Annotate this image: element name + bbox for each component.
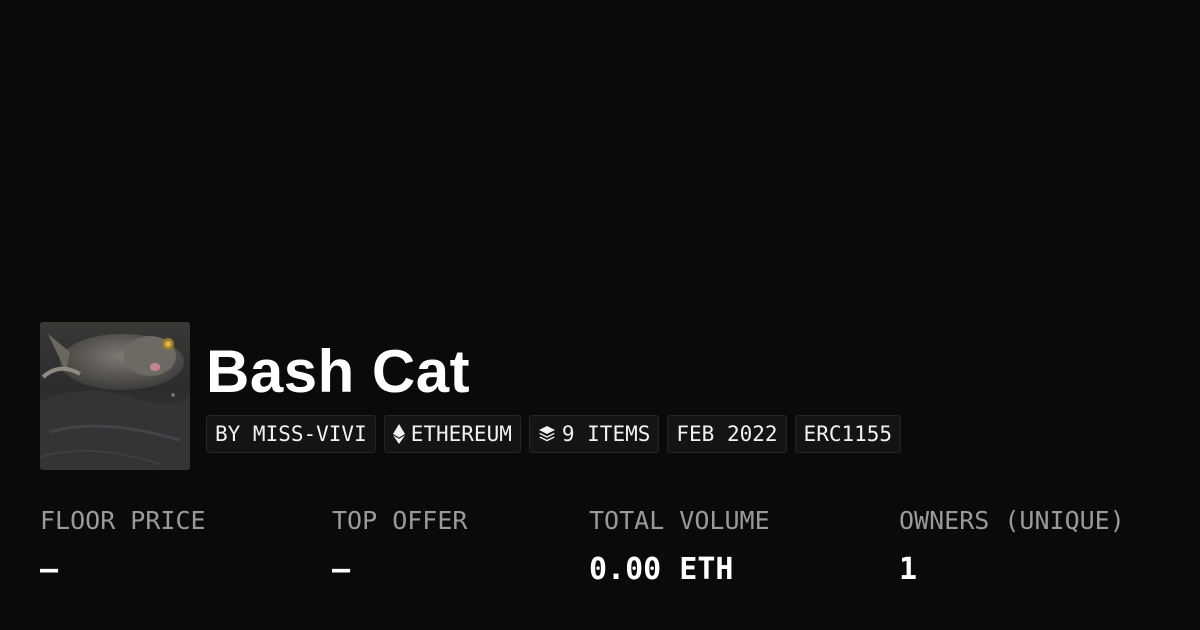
date-label: FEB 2022: [676, 422, 778, 446]
stat-label: OWNERS (UNIQUE): [899, 506, 1125, 535]
standard-badge: ERC1155: [794, 415, 902, 453]
chain-label: ETHEREUM: [410, 422, 512, 446]
creator-badge[interactable]: BY MISS-VIVI: [206, 415, 376, 453]
chain-badge[interactable]: ETHEREUM: [383, 415, 521, 453]
stat-value: –: [40, 552, 59, 587]
stat-floor-price: FLOOR PRICE –: [40, 504, 206, 588]
items-badge: 9 ITEMS: [528, 415, 660, 453]
layers-icon: [538, 425, 556, 443]
collection-title: Bash Cat: [206, 338, 471, 405]
collection-avatar: [40, 322, 190, 470]
stat-value: –: [332, 552, 351, 587]
stat-top-offer: TOP OFFER –: [332, 504, 467, 588]
stat-value: 0.00 ETH: [589, 552, 734, 587]
stat-value: 1: [899, 552, 918, 587]
collection-card: Bash Cat BY MISS-VIVI ETHEREUM 9 ITEMS F…: [0, 0, 1200, 630]
stat-label: FLOOR PRICE: [40, 506, 206, 535]
standard-label: ERC1155: [803, 422, 893, 446]
stat-total-volume: TOTAL VOLUME 0.00 ETH: [589, 504, 770, 588]
creator-label: BY MISS-VIVI: [215, 422, 367, 446]
ethereum-icon: [392, 424, 405, 444]
cat-photo-icon: [40, 322, 190, 470]
stat-owners: OWNERS (UNIQUE) 1: [899, 504, 1125, 588]
collection-badges: BY MISS-VIVI ETHEREUM 9 ITEMS FEB 2022 E…: [206, 415, 902, 453]
stat-label: TOP OFFER: [332, 506, 468, 535]
date-badge: FEB 2022: [667, 415, 787, 453]
items-label: 9 ITEMS: [561, 422, 651, 446]
collection-stats: FLOOR PRICE – TOP OFFER – TOTAL VOLUME 0…: [0, 504, 1200, 604]
stat-label: TOTAL VOLUME: [589, 506, 770, 535]
